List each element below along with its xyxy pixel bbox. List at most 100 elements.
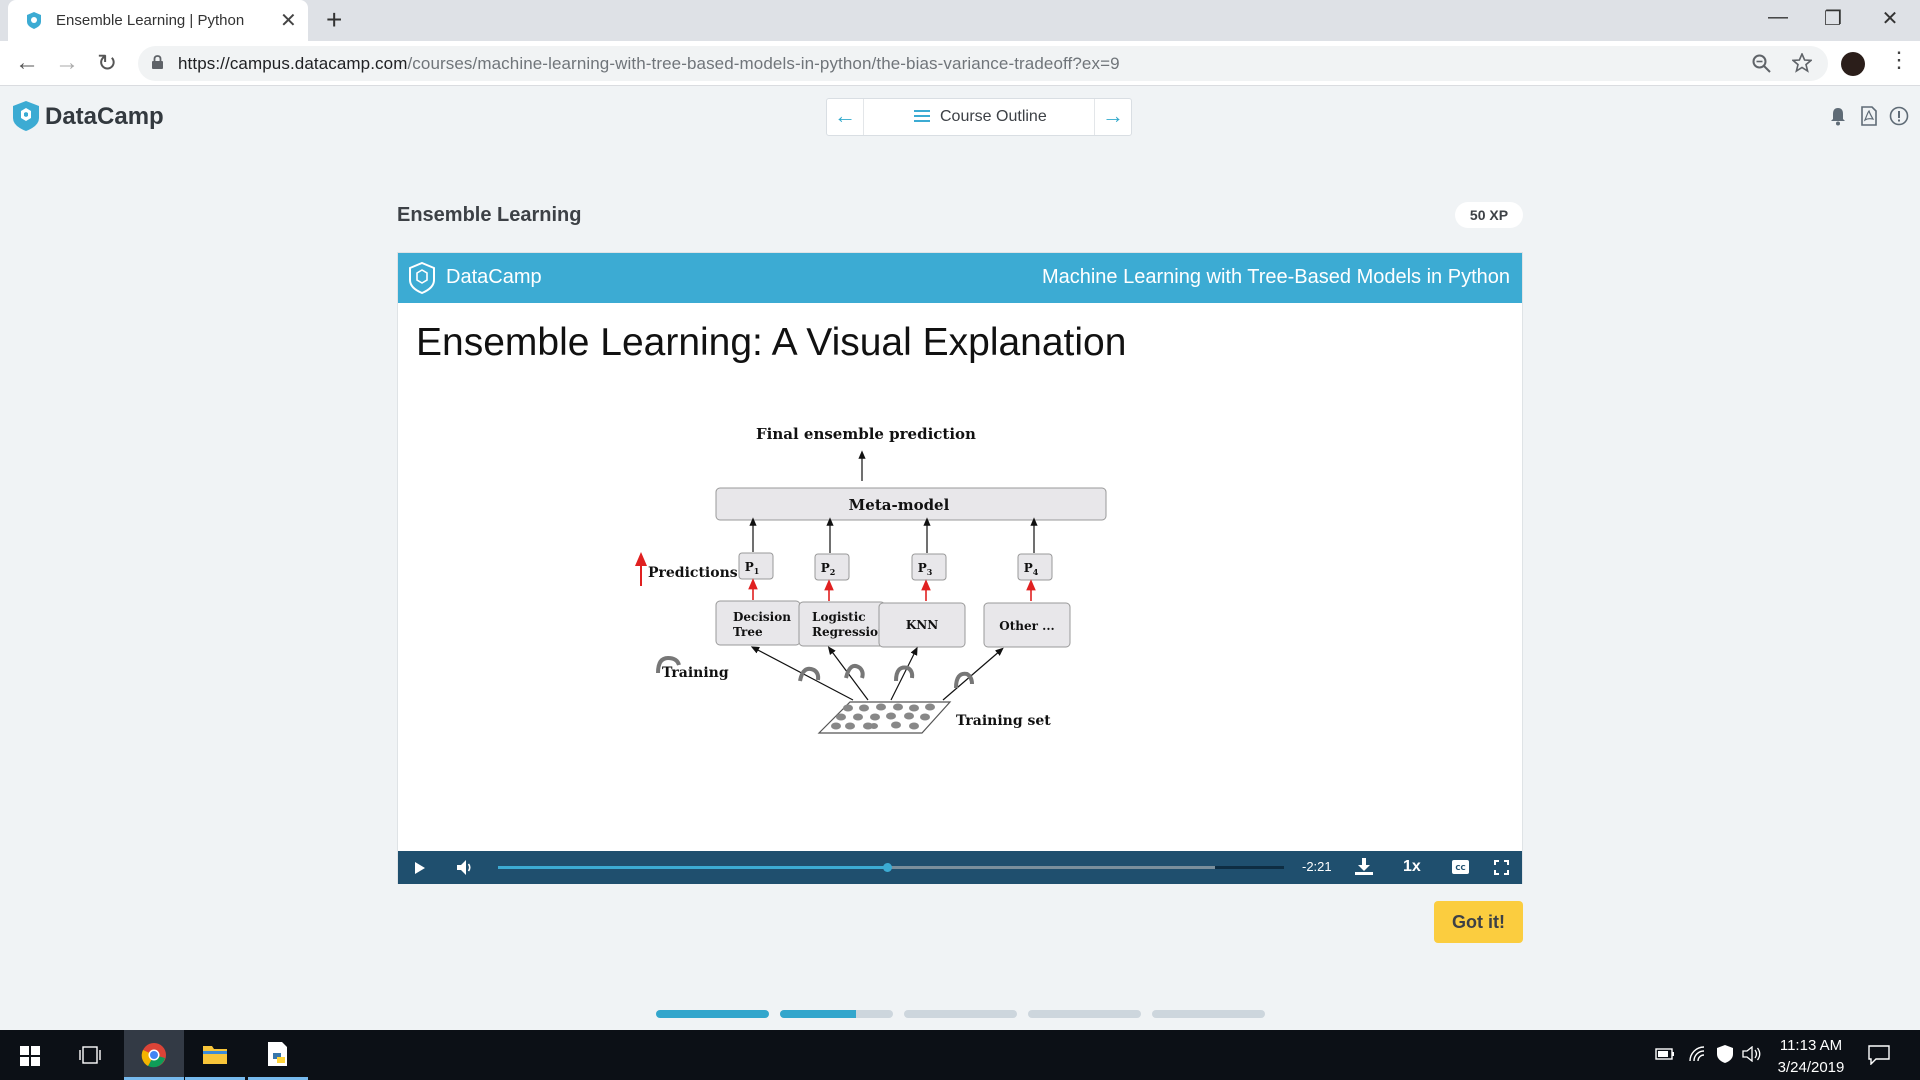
datacamp-shield-icon bbox=[409, 262, 435, 294]
system-clock[interactable]: 11:13 AM 3/24/2019 bbox=[1766, 1035, 1856, 1079]
p-sub: 3 bbox=[927, 567, 933, 577]
p-label: P bbox=[821, 561, 830, 575]
volume-icon[interactable] bbox=[456, 859, 474, 876]
model-box-logistic-regression: Logistic Regression bbox=[798, 601, 887, 647]
previous-exercise-button[interactable]: ← bbox=[827, 103, 863, 131]
final-prediction-label: Final ensemble prediction bbox=[756, 425, 976, 443]
address-bar[interactable]: https://campus.datacamp.com/courses/mach… bbox=[138, 46, 1828, 81]
prediction-box-4: P4 bbox=[1017, 553, 1053, 581]
slide-header-bar: DataCamp Machine Learning with Tree-Base… bbox=[398, 253, 1522, 303]
model-box-decision-tree: Decision Tree bbox=[715, 600, 801, 646]
folder-icon bbox=[203, 1046, 227, 1064]
progress-segment-1[interactable] bbox=[656, 1010, 769, 1018]
brand-name[interactable]: DataCamp bbox=[45, 103, 164, 131]
course-outline-nav: ← Course Outline → bbox=[826, 98, 1132, 136]
training-arrow-4 bbox=[942, 647, 1004, 701]
minimize-button[interactable]: — bbox=[1758, 6, 1798, 29]
progress-fill bbox=[656, 1010, 769, 1018]
training-set-label: Training set bbox=[956, 713, 1051, 729]
restore-button[interactable]: ❐ bbox=[1813, 6, 1853, 31]
got-it-button[interactable]: Got it! bbox=[1434, 901, 1523, 943]
progress-segment-3[interactable] bbox=[904, 1010, 1017, 1018]
menu-icon bbox=[914, 110, 930, 122]
seek-handle[interactable] bbox=[883, 863, 893, 872]
playback-speed-button[interactable]: 1x bbox=[1403, 858, 1421, 876]
chrome-icon bbox=[141, 1043, 166, 1068]
training-curve-icon bbox=[844, 664, 865, 679]
model-label-line1: Decision bbox=[733, 610, 791, 624]
next-exercise-button[interactable]: → bbox=[1095, 103, 1131, 131]
wifi-icon[interactable] bbox=[1688, 1045, 1706, 1063]
bookmark-star-icon[interactable] bbox=[1792, 53, 1812, 73]
p-sub: 1 bbox=[754, 566, 760, 576]
model-label-line1: KNN bbox=[906, 618, 938, 632]
battery-icon[interactable] bbox=[1655, 1048, 1675, 1060]
video-controls: -2:21 1x CC bbox=[398, 851, 1522, 884]
model-box-other: Other ... bbox=[983, 602, 1071, 648]
datacamp-favicon-icon bbox=[27, 12, 41, 29]
new-tab-button[interactable]: + bbox=[326, 4, 342, 36]
course-outline-label: Course Outline bbox=[940, 108, 1047, 125]
back-button[interactable]: ← bbox=[12, 49, 42, 77]
url-text: https://campus.datacamp.com/courses/mach… bbox=[178, 54, 1120, 74]
speaker-icon[interactable] bbox=[1742, 1046, 1762, 1062]
progress-segment-5[interactable] bbox=[1152, 1010, 1265, 1018]
video-player[interactable]: DataCamp Machine Learning with Tree-Base… bbox=[397, 252, 1523, 884]
lock-icon bbox=[152, 55, 163, 69]
play-icon[interactable] bbox=[414, 861, 426, 875]
model-box-knn: KNN bbox=[878, 602, 966, 648]
p-sub: 2 bbox=[830, 567, 836, 577]
slide-course-name: Machine Learning with Tree-Based Models … bbox=[1041, 266, 1510, 288]
notification-bell-icon[interactable] bbox=[1828, 106, 1848, 126]
p-label: P bbox=[918, 561, 927, 575]
report-issue-icon[interactable] bbox=[1889, 106, 1909, 126]
reload-button[interactable]: ↻ bbox=[92, 49, 122, 78]
zoom-icon[interactable] bbox=[1752, 54, 1771, 73]
played-bar bbox=[498, 866, 888, 869]
p-label: P bbox=[745, 560, 754, 574]
model-label-line2: Tree bbox=[733, 625, 763, 639]
progress-fill bbox=[780, 1010, 856, 1018]
url-host: https://campus.datacamp.com bbox=[178, 54, 408, 73]
chrome-menu-icon[interactable]: ⋮ bbox=[1888, 47, 1910, 73]
browser-tab[interactable]: Ensemble Learning | Python ✕ bbox=[8, 0, 308, 41]
fullscreen-icon[interactable] bbox=[1494, 860, 1509, 875]
pdf-slides-icon[interactable] bbox=[1859, 106, 1879, 126]
windows-taskbar: 11:13 AM 3/24/2019 bbox=[0, 1030, 1920, 1080]
task-view-icon[interactable] bbox=[79, 1046, 101, 1064]
seek-bar[interactable] bbox=[498, 863, 1284, 872]
forward-button[interactable]: → bbox=[52, 49, 82, 77]
profile-avatar[interactable] bbox=[1841, 52, 1865, 76]
progress-segment-4[interactable] bbox=[1028, 1010, 1141, 1018]
clock-time: 11:13 AM bbox=[1779, 1037, 1843, 1054]
ensemble-diagram: Final ensemble prediction Meta-model P1 … bbox=[635, 425, 1107, 734]
browser-toolbar: ← → ↻ https://campus.datacamp.com/course… bbox=[0, 41, 1920, 86]
course-outline-button[interactable]: Course Outline bbox=[863, 99, 1095, 135]
taskbar-python[interactable] bbox=[248, 1030, 308, 1080]
browser-tab-strip: Ensemble Learning | Python ✕ + — ❐ ✕ bbox=[0, 0, 1920, 41]
model-label-line2: Regression bbox=[812, 625, 887, 639]
progress-segment-2[interactable] bbox=[780, 1010, 893, 1018]
model-label-line1: Other ... bbox=[999, 619, 1054, 633]
download-icon[interactable] bbox=[1354, 858, 1374, 876]
taskbar-file-explorer[interactable] bbox=[185, 1030, 245, 1080]
training-legend-label: Training bbox=[662, 665, 729, 681]
datacamp-logo-icon[interactable] bbox=[12, 101, 40, 131]
tab-close-icon[interactable]: ✕ bbox=[280, 8, 297, 33]
prediction-box-2: P2 bbox=[814, 553, 850, 581]
window-close-button[interactable]: ✕ bbox=[1870, 6, 1910, 31]
taskbar-chrome[interactable] bbox=[124, 1030, 184, 1080]
training-curve-icon bbox=[798, 666, 821, 682]
slide-brand: DataCamp bbox=[446, 266, 542, 288]
captions-icon[interactable]: CC bbox=[1452, 860, 1469, 874]
prediction-box-1: P1 bbox=[738, 552, 774, 580]
p-sub: 4 bbox=[1033, 567, 1039, 577]
windows-start-icon[interactable] bbox=[20, 1046, 40, 1066]
tab-title: Ensemble Learning | Python bbox=[56, 12, 245, 29]
training-curve-icon bbox=[954, 671, 974, 689]
prediction-box-3: P3 bbox=[911, 553, 947, 581]
predictions-legend-label: Predictions bbox=[648, 565, 738, 581]
security-shield-icon[interactable] bbox=[1716, 1044, 1734, 1064]
slide-title: Ensemble Learning: A Visual Explanation bbox=[416, 321, 1127, 364]
action-center-icon[interactable] bbox=[1868, 1045, 1890, 1065]
